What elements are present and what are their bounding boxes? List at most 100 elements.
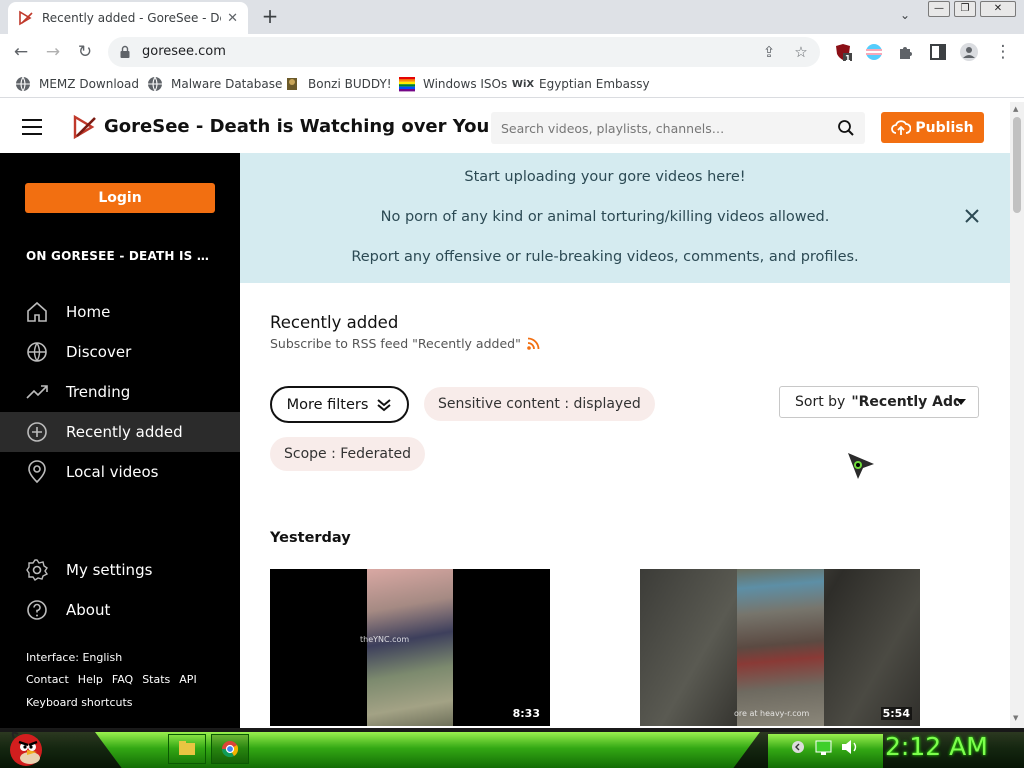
video-duration: 5:54 <box>880 707 912 720</box>
notice-line: Report any offensive or rule-breaking vi… <box>351 249 859 265</box>
network-icon[interactable] <box>811 736 837 758</box>
scroll-down-arrow-icon[interactable]: ▼ <box>1013 714 1018 722</box>
profile-avatar-icon[interactable] <box>960 43 978 61</box>
sidebar-item-local-videos[interactable]: Local videos <box>0 452 240 492</box>
video-thumbnail[interactable]: ore at heavy-r.com 5:54 <box>640 569 920 726</box>
publish-button[interactable]: Publish <box>881 112 984 143</box>
taskbar-chrome[interactable] <box>211 734 249 764</box>
extension-badge: 1 <box>845 54 851 63</box>
video-thumbnail[interactable]: theYNC.com 8:33 <box>270 569 550 726</box>
thumbnail-image <box>737 569 824 726</box>
browser-tab[interactable]: Recently added - GoreSee - Death is Watc… <box>8 2 248 34</box>
url-text[interactable]: goresee.com <box>142 44 226 59</box>
sidebar-item-trending[interactable]: Trending <box>0 372 240 412</box>
interface-language-link[interactable]: Interface: English <box>26 651 122 664</box>
page-scrollbar[interactable]: ▲ ▼ <box>1010 102 1024 728</box>
sidebar-item-discover[interactable]: Discover <box>0 332 240 372</box>
scrollbar-thumb[interactable] <box>1013 117 1021 213</box>
window-close-button[interactable]: ✕ <box>980 1 1016 17</box>
bookmarks-bar: MEMZ Download Malware Database Bonzi BUD… <box>0 70 1024 98</box>
globe-icon <box>148 76 162 92</box>
wix-icon: WiX <box>511 78 535 90</box>
more-filters-button[interactable]: More filters <box>270 386 409 423</box>
tab-strip: Recently added - GoreSee - Death is Watc… <box>0 0 1024 34</box>
double-chevron-down-icon <box>377 398 392 411</box>
side-panel-icon[interactable] <box>929 43 947 61</box>
footer-link-api[interactable]: API <box>179 673 196 686</box>
footer-link-stats[interactable]: Stats <box>142 673 170 686</box>
address-bar[interactable]: goresee.com ⇪ ☆ <box>108 37 820 67</box>
search-box <box>491 112 865 144</box>
location-icon <box>28 460 46 484</box>
scroll-up-arrow-icon[interactable]: ▲ <box>1013 105 1018 113</box>
site-title[interactable]: GoreSee - Death is Watching over You <box>104 116 489 137</box>
taskbar-clock[interactable]: 2:12 AM <box>885 732 988 761</box>
footer-link-contact[interactable]: Contact <box>26 673 69 686</box>
goresee-logo-icon[interactable] <box>72 114 98 140</box>
angry-bird-start-icon[interactable] <box>4 728 48 768</box>
bookmark-malware-db[interactable]: Malware Database <box>147 76 282 92</box>
hamburger-menu-icon[interactable] <box>22 119 42 135</box>
watermark: theYNC.com <box>360 635 410 644</box>
bookmark-star-icon[interactable]: ☆ <box>792 43 810 61</box>
volume-icon[interactable] <box>837 736 863 758</box>
instance-name: ON GORESEE - DEATH IS WATCHING OVER YOU <box>26 249 216 263</box>
footer-link-help[interactable]: Help <box>78 673 103 686</box>
rss-icon <box>527 337 540 350</box>
sidebar: Login ON GORESEE - DEATH IS WATCHING OVE… <box>0 153 240 728</box>
bonzi-icon <box>287 78 297 90</box>
back-button[interactable]: ← <box>10 41 32 63</box>
share-icon[interactable]: ⇪ <box>760 43 778 61</box>
tab-search-icon[interactable]: ⌄ <box>896 8 914 26</box>
globe-icon <box>16 76 30 92</box>
sidebar-item-my-settings[interactable]: My settings <box>0 550 240 590</box>
search-input[interactable] <box>491 112 821 144</box>
lock-icon <box>120 45 130 58</box>
search-icon[interactable] <box>837 119 855 137</box>
video-duration: 8:33 <box>510 707 542 720</box>
extensions-puzzle-icon[interactable] <box>897 43 915 61</box>
site-header: GoreSee - Death is Watching over You Pub… <box>0 102 1010 153</box>
section-heading-yesterday: Yesterday <box>270 530 351 546</box>
home-icon <box>27 301 47 322</box>
pride-extension-icon[interactable] <box>865 43 883 61</box>
restore-button[interactable]: ❐ <box>954 1 976 17</box>
tray-chevron-icon[interactable] <box>785 736 811 758</box>
minimize-button[interactable]: — <box>928 1 950 17</box>
sort-select[interactable]: Sort by "Recently Added" <box>779 386 979 418</box>
reload-button[interactable]: ↻ <box>74 41 96 63</box>
bookmark-memz[interactable]: MEMZ Download <box>15 76 139 92</box>
globe-icon <box>27 342 47 362</box>
notice-line: No porn of any kind or animal torturing/… <box>380 209 830 225</box>
bookmark-windows-isos[interactable]: Windows ISOs <box>399 76 507 92</box>
sort-value: "Recently Added" <box>851 394 959 410</box>
close-icon[interactable] <box>964 208 980 224</box>
new-tab-button[interactable]: + <box>258 6 282 28</box>
keyboard-shortcuts-link[interactable]: Keyboard shortcuts <box>26 696 133 709</box>
sidebar-item-about[interactable]: About <box>0 590 240 630</box>
tab-title: Recently added - GoreSee - Death is Watc… <box>42 11 221 25</box>
bookmark-egyptian-embassy[interactable]: WiX Egyptian Embassy <box>511 76 650 92</box>
taskbar-file-explorer[interactable] <box>168 734 206 764</box>
windows-flag-icon <box>399 77 415 92</box>
mouse-cursor-icon <box>848 453 874 479</box>
chrome-menu-icon[interactable]: ⋮ <box>992 41 1014 63</box>
tab-close-icon[interactable]: ✕ <box>227 11 238 26</box>
upload-cloud-icon <box>891 119 912 135</box>
rss-subscribe[interactable]: Subscribe to RSS feed "Recently added" <box>270 336 540 351</box>
help-circle-icon <box>27 600 47 620</box>
sensitive-content-pill[interactable]: Sensitive content : displayed <box>424 387 655 421</box>
sidebar-item-recently-added[interactable]: Recently added <box>0 412 240 452</box>
footer-links: Contact Help FAQ Stats API <box>26 673 206 686</box>
page-title: Recently added <box>270 313 399 332</box>
footer-link-faq[interactable]: FAQ <box>112 673 133 686</box>
login-button[interactable]: Login <box>25 183 215 213</box>
forward-button[interactable]: → <box>42 41 64 63</box>
scope-pill[interactable]: Scope : Federated <box>270 437 425 471</box>
goresee-favicon-icon <box>19 10 33 26</box>
gear-icon <box>26 559 49 581</box>
main-content: Start uploading your gore videos here! N… <box>240 153 1010 728</box>
sidebar-item-home[interactable]: Home <box>0 292 240 332</box>
thumbnail-image <box>367 569 453 726</box>
bookmark-bonzi[interactable]: Bonzi BUDDY! <box>284 76 392 92</box>
